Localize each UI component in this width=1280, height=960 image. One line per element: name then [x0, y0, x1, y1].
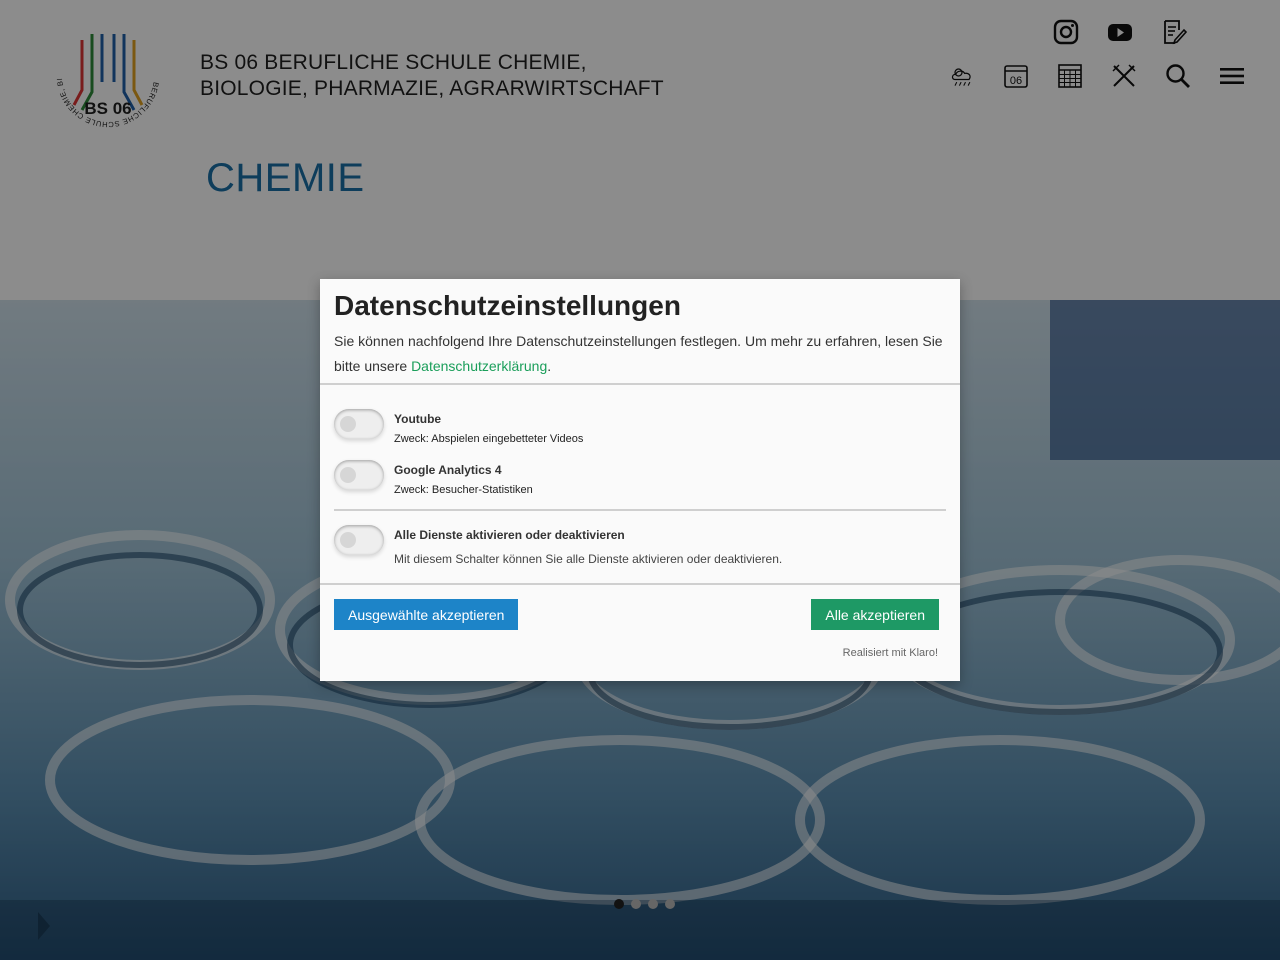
all-services-title: Alle Dienste aktivieren oder deaktiviere…: [394, 528, 625, 542]
service-name: Google Analytics 4: [394, 463, 502, 477]
footer-divider: [320, 583, 960, 585]
service-name: Youtube: [394, 412, 442, 426]
consent-header: Datenschutzeinstellungen Sie können nach…: [320, 279, 960, 385]
consent-description: Sie können nachfolgend Ihre Datenschutze…: [334, 329, 946, 379]
consent-dialog: Datenschutzeinstellungen Sie können nach…: [320, 279, 960, 681]
consent-title: Datenschutzeinstellungen: [334, 290, 681, 321]
powered-by-link[interactable]: Realisiert mit Klaro!: [843, 647, 938, 659]
accept-selected-button[interactable]: Ausgewählte akzeptieren: [334, 599, 519, 630]
consent-description-end: .: [547, 358, 552, 374]
service-purpose: Zweck: Besucher-Statistiken: [394, 484, 533, 496]
toggle-knob: [340, 532, 356, 548]
all-services-toggle[interactable]: [334, 525, 384, 555]
service-purpose: Zweck: Abspielen eingebetteter Videos: [394, 433, 584, 445]
toggle-knob: [340, 416, 356, 432]
google-analytics-toggle[interactable]: [334, 460, 384, 490]
youtube-toggle[interactable]: [334, 409, 384, 439]
accept-all-button[interactable]: Alle akzeptieren: [811, 599, 939, 630]
divider: [334, 509, 946, 511]
toggle-knob: [340, 467, 356, 483]
privacy-policy-link[interactable]: Datenschutzerklärung: [411, 358, 547, 374]
all-services-description: Mit diesem Schalter können Sie alle Dien…: [394, 552, 783, 566]
